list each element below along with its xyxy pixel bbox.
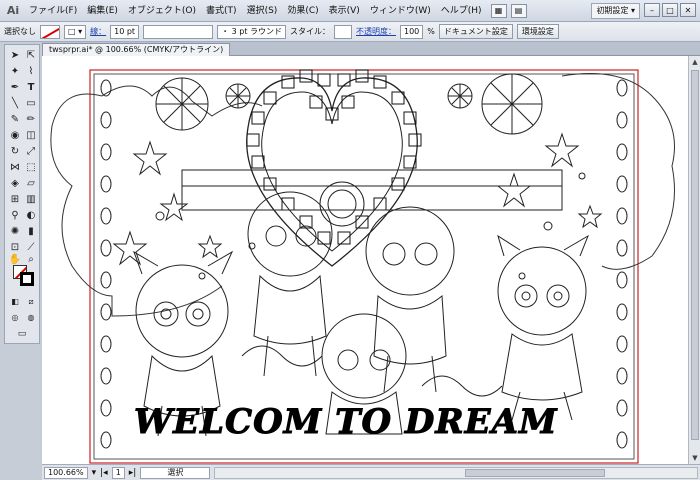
menu-window[interactable]: ウィンドウ(W) xyxy=(365,0,436,22)
symbol-sprayer-tool-icon[interactable]: ✺ xyxy=(8,225,22,239)
minimize-icon[interactable]: – xyxy=(644,3,660,17)
width-tool-icon[interactable]: ⋈ xyxy=(8,161,22,175)
rotate-tool-icon[interactable]: ↻ xyxy=(8,145,22,159)
preferences-button[interactable]: 環境設定 xyxy=(516,24,559,39)
menu-file[interactable]: ファイル(F) xyxy=(24,0,82,22)
eyedropper-tool-icon[interactable]: ⚲ xyxy=(8,209,22,223)
pen-tool-icon[interactable]: ✒ xyxy=(8,81,22,95)
left-border-chain xyxy=(100,79,112,449)
graph-tool-icon[interactable]: ▮ xyxy=(24,225,38,239)
status-bar: 100.66% ▾ |◂ 1 ▸| 選択 xyxy=(42,464,700,480)
vertical-scrollbar[interactable]: ▲ ▼ xyxy=(688,56,700,464)
screen-mode-icon[interactable]: ▭ xyxy=(15,327,29,341)
small-circles xyxy=(155,172,586,280)
menu-edit[interactable]: 編集(E) xyxy=(82,0,123,22)
sunburst-left xyxy=(155,77,209,131)
style-dropdown[interactable] xyxy=(334,24,352,39)
scroll-down-icon[interactable]: ▼ xyxy=(690,453,700,463)
brush-dropdown[interactable]: ・ 3 pt ラウンド xyxy=(217,24,286,39)
cloud-outline xyxy=(50,73,675,317)
menu-select[interactable]: 選択(S) xyxy=(242,0,283,22)
bridge-icon[interactable]: ▦ xyxy=(490,3,507,18)
blob-brush-tool-icon[interactable]: ◉ xyxy=(8,129,22,143)
document-setup-button[interactable]: ドキュメント設定 xyxy=(438,24,513,39)
default-colors-icon[interactable]: ◧ xyxy=(8,295,22,309)
type-tool-icon[interactable]: T xyxy=(24,81,38,95)
fill-swatch[interactable] xyxy=(40,24,60,39)
rectangle-tool-icon[interactable]: ▭ xyxy=(24,97,38,111)
zoom-field[interactable]: 100.66% xyxy=(44,466,88,479)
stroke-weight-field[interactable]: 10 pt xyxy=(110,24,140,39)
badge-circle xyxy=(319,181,365,227)
paintbrush-tool-icon[interactable]: ✎ xyxy=(8,113,22,127)
sunburst-small xyxy=(225,83,251,109)
vertical-scroll-thumb[interactable] xyxy=(691,70,699,440)
arrange-documents-icon[interactable]: ▤ xyxy=(510,3,527,18)
stroke-color-icon[interactable] xyxy=(20,272,34,286)
draw-mode-icon[interactable]: ◎ xyxy=(8,311,22,325)
variable-width-dropdown[interactable] xyxy=(143,24,214,39)
illustrator-window: Ai ファイル(F) 編集(E) オブジェクト(O) 書式(T) 選択(S) 効… xyxy=(0,0,700,480)
first-artboard-icon[interactable]: |◂ xyxy=(100,468,108,478)
window-controls: – □ ✕ xyxy=(644,3,696,17)
menu-view[interactable]: 表示(V) xyxy=(324,0,365,22)
perspective-grid-tool-icon[interactable]: ▱ xyxy=(24,177,38,191)
artwork-welcome-label: WELCOM TO DREAM xyxy=(134,402,558,443)
scroll-up-icon[interactable]: ▲ xyxy=(690,57,700,67)
app-logo: Ai xyxy=(6,4,20,17)
document-tab[interactable]: twsprpr.ai* @ 100.66% (CMYK/アウトライン) xyxy=(42,43,231,56)
horizontal-scrollbar[interactable] xyxy=(214,466,698,479)
menu-object[interactable]: オブジェクト(O) xyxy=(123,0,201,22)
character-center-left xyxy=(247,191,333,377)
scale-tool-icon[interactable]: ⤢ xyxy=(24,145,38,159)
badge-inner-circle xyxy=(327,189,357,219)
character-right xyxy=(497,234,590,421)
current-tool-status[interactable]: 選択 xyxy=(140,466,211,479)
blend-tool-icon[interactable]: ◐ xyxy=(24,209,38,223)
lasso-tool-icon[interactable]: ⌇ xyxy=(24,65,38,79)
sunburst-right-small xyxy=(447,83,473,109)
sunburst-right xyxy=(481,73,543,135)
line-tool-icon[interactable]: ╲ xyxy=(8,97,22,111)
right-border-chain xyxy=(616,79,628,449)
next-artboard-icon[interactable]: ▸| xyxy=(129,468,137,478)
maximize-icon[interactable]: □ xyxy=(662,3,678,17)
stroke-color-dropdown[interactable]: □ ▾ xyxy=(64,24,87,39)
control-bar: 選択なし □ ▾ 線： 10 pt ・ 3 pt ラウンド スタイル： 不透明度… xyxy=(0,22,700,42)
opacity-field[interactable]: 100 xyxy=(400,24,424,39)
gradient-tool-icon[interactable]: ▥ xyxy=(24,193,38,207)
menu-effect[interactable]: 効果(C) xyxy=(282,0,323,22)
selection-tool-icon[interactable]: ➤ xyxy=(8,49,22,63)
magic-wand-tool-icon[interactable]: ✦ xyxy=(8,65,22,79)
tools-panel: ➤ ⇱ ✦ ⌇ ✒ T ╲ ▭ ✎ ✏ ◉ ◫ ↻ ⤢ ⋈ ⬚ ◈ ▱ ⊞ ▥ … xyxy=(4,44,40,344)
none-color-icon[interactable]: ⧄ xyxy=(24,295,38,309)
direct-selection-tool-icon[interactable]: ⇱ xyxy=(24,49,38,63)
eraser-tool-icon[interactable]: ◫ xyxy=(24,129,38,143)
style-label: スタイル： xyxy=(290,27,330,36)
zoom-dropdown-icon[interactable]: ▾ xyxy=(92,468,97,478)
document-tab-strip: twsprpr.ai* @ 100.66% (CMYK/アウトライン) xyxy=(42,42,700,56)
artboard-canvas[interactable]: WELCOM TO DREAM xyxy=(42,56,688,464)
free-transform-tool-icon[interactable]: ⬚ xyxy=(24,161,38,175)
stroke-label[interactable]: 線： xyxy=(90,26,106,37)
fill-stroke-control[interactable] xyxy=(13,265,35,287)
horizontal-scroll-thumb[interactable] xyxy=(465,468,606,477)
opacity-label[interactable]: 不透明度： xyxy=(356,26,396,37)
opacity-percent: % xyxy=(427,27,435,36)
selection-status: 選択なし xyxy=(4,27,36,36)
heart-squares xyxy=(246,69,422,245)
shape-builder-tool-icon[interactable]: ◈ xyxy=(8,177,22,191)
heart-inner-outline xyxy=(261,91,403,252)
mesh-tool-icon[interactable]: ⊞ xyxy=(8,193,22,207)
pencil-tool-icon[interactable]: ✏ xyxy=(24,113,38,127)
artboard-number-field[interactable]: 1 xyxy=(111,466,125,479)
menu-type[interactable]: 書式(T) xyxy=(201,0,242,22)
menu-help[interactable]: ヘルプ(H) xyxy=(436,0,487,22)
artwork-welcome-text: WELCOM TO DREAM xyxy=(134,402,558,443)
draw-inside-icon[interactable]: ◍ xyxy=(24,311,38,325)
character-center-right xyxy=(365,206,455,393)
close-icon[interactable]: ✕ xyxy=(680,3,696,17)
workspace-switcher[interactable]: 初期設定 ▾ xyxy=(591,3,640,19)
menu-bar: Ai ファイル(F) 編集(E) オブジェクト(O) 書式(T) 選択(S) 効… xyxy=(0,0,700,22)
